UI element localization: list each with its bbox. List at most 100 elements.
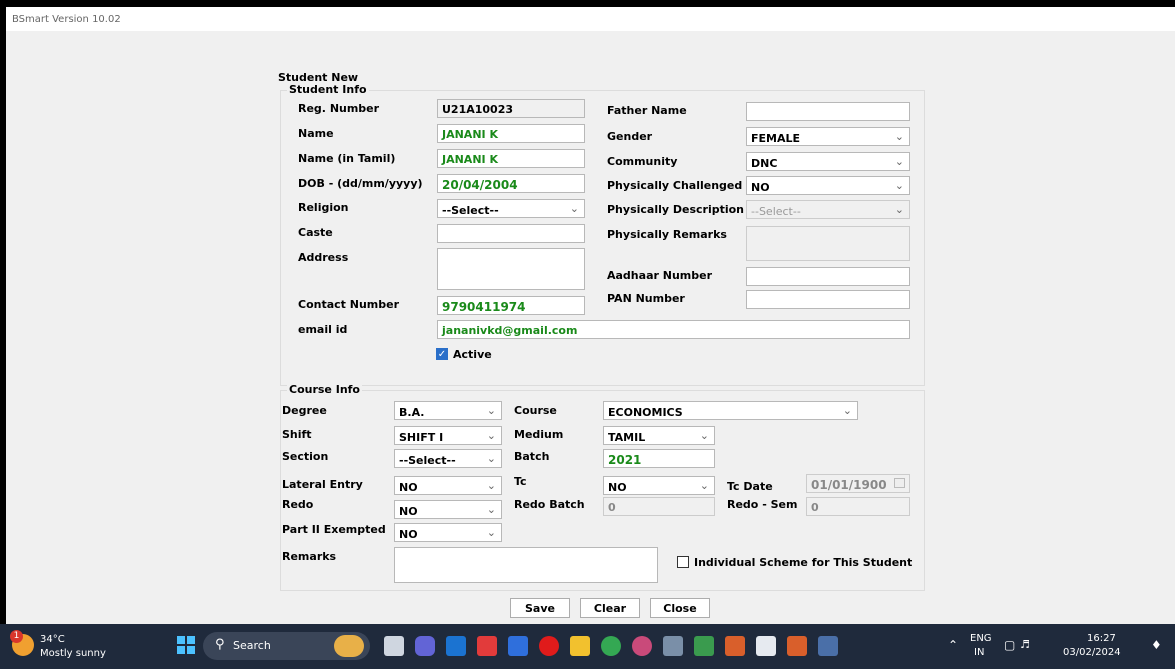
form-area: Student New Student Info Reg. Number U21…: [6, 31, 1175, 624]
active-checkbox[interactable]: ✓: [436, 348, 448, 360]
physically-description-label: Physically Description: [607, 203, 745, 216]
name-tamil-field[interactable]: JANANI K: [437, 149, 585, 168]
pan-number-field[interactable]: [746, 290, 910, 309]
app-icon-orange[interactable]: [725, 636, 745, 656]
taskbar: 1 34°C Mostly sunny ⚲ Search ⌃ ENG IN ▢ …: [0, 624, 1175, 669]
pan-number-label: PAN Number: [607, 292, 685, 305]
title-bar: BSmart Version 10.02: [6, 7, 1175, 31]
app-icon-orange-2[interactable]: [787, 636, 807, 656]
tc-label: Tc: [514, 475, 527, 488]
aadhaar-number-field[interactable]: [746, 267, 910, 286]
volume-icon[interactable]: ♬: [1020, 638, 1030, 651]
task-view-icon[interactable]: [384, 636, 404, 656]
course-label: Course: [514, 404, 557, 417]
calendar-icon[interactable]: [894, 478, 905, 488]
chrome-icon[interactable]: [601, 636, 621, 656]
section-value: --Select--: [399, 454, 456, 467]
search-box[interactable]: ⚲ Search: [203, 632, 370, 660]
window-icon[interactable]: [756, 636, 776, 656]
lateral-entry-value: NO: [399, 481, 418, 494]
chevron-down-icon: ⌄: [894, 203, 904, 216]
lateral-entry-select[interactable]: NO ⌄: [394, 476, 502, 495]
redo-select[interactable]: NO ⌄: [394, 500, 502, 519]
batch-field[interactable]: 2021: [603, 449, 715, 468]
tc-value: NO: [608, 481, 627, 494]
opera-icon[interactable]: [539, 636, 559, 656]
close-button[interactable]: Close: [650, 598, 710, 618]
language-bottom[interactable]: IN: [974, 647, 984, 658]
tc-date-label: Tc Date: [727, 480, 773, 493]
chevron-down-icon: ⌄: [486, 503, 496, 516]
chevron-down-icon: ⌄: [486, 429, 496, 442]
physically-remarks-field[interactable]: [746, 226, 910, 261]
redo-label: Redo: [282, 498, 314, 511]
mail-icon[interactable]: [446, 636, 466, 656]
store-icon[interactable]: [508, 636, 528, 656]
physically-description-value: --Select--: [751, 205, 801, 218]
search-label: Search: [233, 639, 271, 652]
weather-desc: Mostly sunny: [40, 648, 106, 659]
windows-start-icon[interactable]: [177, 636, 195, 654]
medium-select[interactable]: TAMIL ⌄: [603, 426, 715, 445]
chevron-down-icon: ⌄: [486, 526, 496, 539]
reg-number-field[interactable]: U21A10023: [437, 99, 585, 118]
clock-date[interactable]: 03/02/2024: [1063, 647, 1121, 658]
redo-sem-field[interactable]: 0: [806, 497, 910, 516]
section-select[interactable]: --Select-- ⌄: [394, 449, 502, 468]
excel-icon[interactable]: [694, 636, 714, 656]
community-select[interactable]: DNC ⌄: [746, 152, 910, 171]
redo-batch-field[interactable]: 0: [603, 497, 715, 516]
course-value: ECONOMICS: [608, 406, 683, 419]
father-name-field[interactable]: [746, 102, 910, 121]
chevron-up-icon[interactable]: ⌃: [948, 638, 958, 652]
email-field[interactable]: jananivkd@gmail.com: [437, 320, 910, 339]
gender-label: Gender: [607, 130, 653, 143]
redo-value: NO: [399, 505, 418, 518]
individual-scheme-checkbox[interactable]: [677, 556, 689, 568]
chevron-down-icon: ⌄: [699, 429, 709, 442]
degree-select[interactable]: B.A. ⌄: [394, 401, 502, 420]
language-top[interactable]: ENG: [970, 633, 992, 644]
contact-number-label: Contact Number: [298, 298, 400, 311]
lateral-entry-label: Lateral Entry: [282, 478, 363, 491]
search-highlight-icon: [334, 635, 364, 657]
dob-label: DOB - (dd/mm/yyyy): [298, 177, 423, 190]
shift-select[interactable]: SHIFT I ⌄: [394, 426, 502, 445]
file-explorer-icon[interactable]: [570, 636, 590, 656]
degree-label: Degree: [282, 404, 327, 417]
physically-challenged-value: NO: [751, 181, 770, 194]
clock-time[interactable]: 16:27: [1087, 633, 1116, 644]
notification-bell-icon[interactable]: ♦: [1151, 638, 1162, 652]
name-field[interactable]: JANANI K: [437, 124, 585, 143]
tools-icon[interactable]: [663, 636, 683, 656]
address-field[interactable]: [437, 248, 585, 290]
caste-field[interactable]: [437, 224, 585, 243]
tc-select[interactable]: NO ⌄: [603, 476, 715, 495]
bsmart-app-icon[interactable]: [818, 636, 838, 656]
part2-exempted-select[interactable]: NO ⌄: [394, 523, 502, 542]
chevron-down-icon: ⌄: [894, 179, 904, 192]
tc-date-picker[interactable]: 01/01/1900: [806, 474, 910, 493]
part2-exempted-label: Part II Exempted: [282, 523, 386, 536]
physically-description-select[interactable]: --Select-- ⌄: [746, 200, 910, 219]
course-select[interactable]: ECONOMICS ⌄: [603, 401, 858, 420]
part2-exempted-value: NO: [399, 528, 418, 541]
app-icon-red[interactable]: [477, 636, 497, 656]
gender-select[interactable]: FEMALE ⌄: [746, 127, 910, 146]
gender-value: FEMALE: [751, 132, 801, 145]
contact-number-field[interactable]: 9790411974: [437, 296, 585, 315]
religion-select[interactable]: --Select-- ⌄: [437, 199, 585, 218]
shift-value: SHIFT I: [399, 431, 444, 444]
network-icon[interactable]: ▢: [1004, 638, 1015, 652]
dob-field[interactable]: 20/04/2004: [437, 174, 585, 193]
app-icon-multi[interactable]: [632, 636, 652, 656]
physically-challenged-select[interactable]: NO ⌄: [746, 176, 910, 195]
chevron-down-icon: ⌄: [486, 479, 496, 492]
meet-icon[interactable]: [415, 636, 435, 656]
chevron-down-icon: ⌄: [894, 155, 904, 168]
clear-button[interactable]: Clear: [580, 598, 640, 618]
save-button[interactable]: Save: [510, 598, 570, 618]
remarks-field[interactable]: [394, 547, 658, 583]
chevron-down-icon: ⌄: [569, 202, 579, 215]
chevron-down-icon: ⌄: [486, 404, 496, 417]
